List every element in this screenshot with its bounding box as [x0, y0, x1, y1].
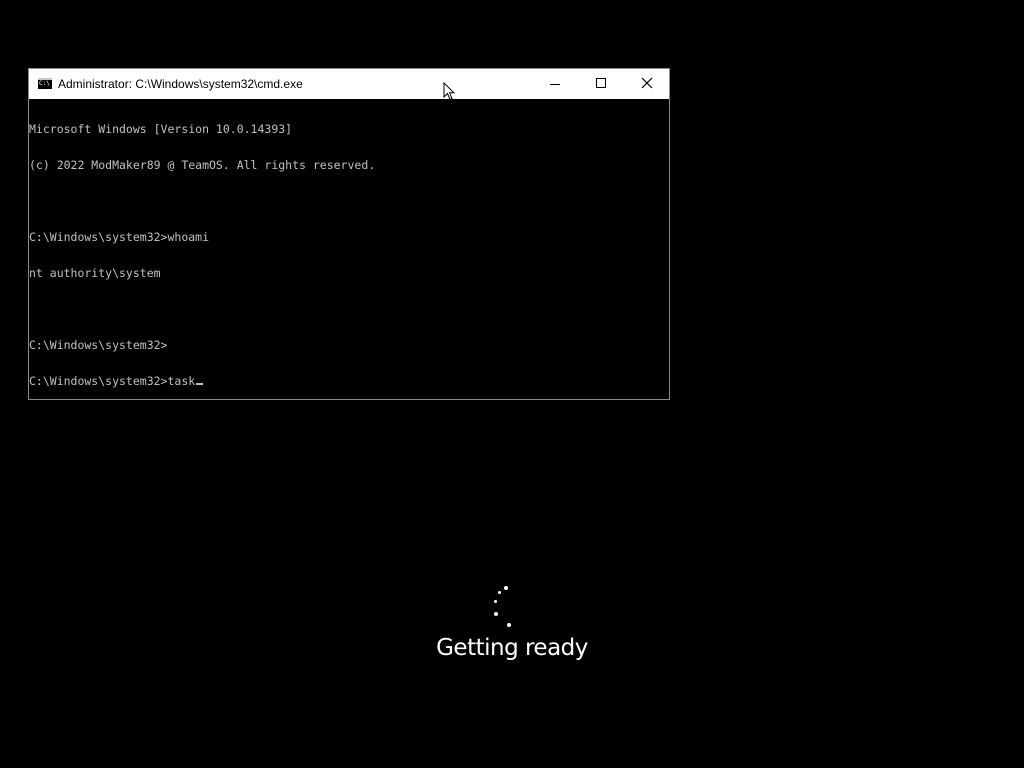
close-icon [641, 77, 653, 89]
minimize-button[interactable] [532, 69, 578, 99]
console-input-text[interactable]: C:\Windows\system32>task [29, 374, 195, 388]
minimize-icon [550, 84, 560, 85]
mouse-pointer-icon [443, 82, 455, 101]
console-line-whoami-output: nt authority\system [29, 266, 161, 280]
console-line-version: Microsoft Windows [Version 10.0.14393] [29, 122, 293, 136]
cmd-window[interactable]: C:\ Administrator: C:\Windows\system32\c… [28, 68, 670, 400]
window-title: Administrator: C:\Windows\system32\cmd.e… [58, 77, 303, 91]
close-button[interactable] [624, 69, 670, 99]
loading-spinner-icon [488, 585, 516, 631]
maximize-button[interactable] [578, 69, 624, 99]
maximize-icon [596, 78, 606, 88]
title-bar[interactable]: C:\ Administrator: C:\Windows\system32\c… [29, 69, 669, 99]
console-app-icon[interactable]: C:\ [38, 78, 52, 89]
console-line-copyright: (c) 2022 ModMaker89 @ TeamOS. All rights… [29, 158, 376, 172]
console-line-prompt: C:\Windows\system32> [29, 338, 168, 352]
console-app-icon-text: C:\ [39, 80, 50, 87]
console-output[interactable]: Microsoft Windows [Version 10.0.14393] (… [29, 99, 669, 399]
console-line-blank [29, 195, 669, 207]
text-cursor [196, 383, 204, 385]
console-line-blank [29, 303, 669, 315]
console-input-line[interactable]: C:\Windows\system32>task [29, 375, 669, 387]
console-line-whoami-command: C:\Windows\system32>whoami [29, 230, 210, 244]
status-text: Getting ready [436, 635, 588, 661]
